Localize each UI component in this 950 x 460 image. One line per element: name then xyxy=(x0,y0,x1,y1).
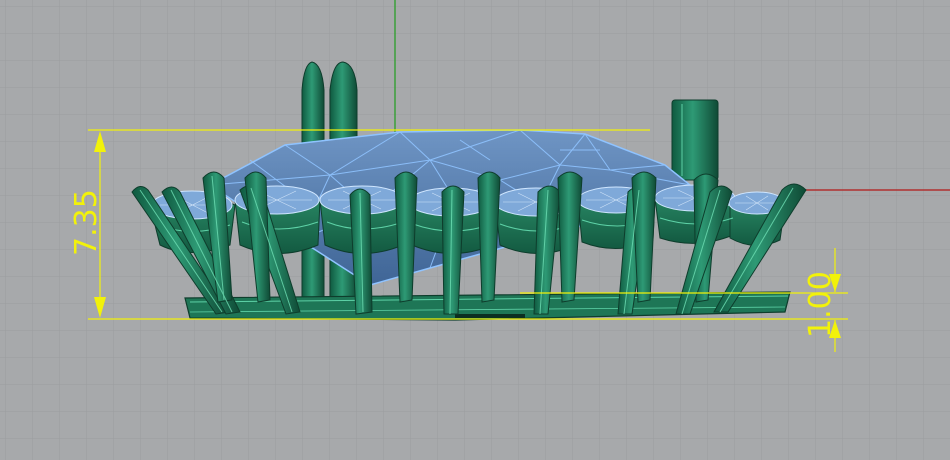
height-dimension-label: 7.35 xyxy=(69,189,104,256)
3d-viewport[interactable]: 7.35 1.00 xyxy=(0,0,950,460)
base-dimension-label: 1.00 xyxy=(803,271,838,338)
viewport-canvas: 7.35 1.00 xyxy=(0,0,950,460)
